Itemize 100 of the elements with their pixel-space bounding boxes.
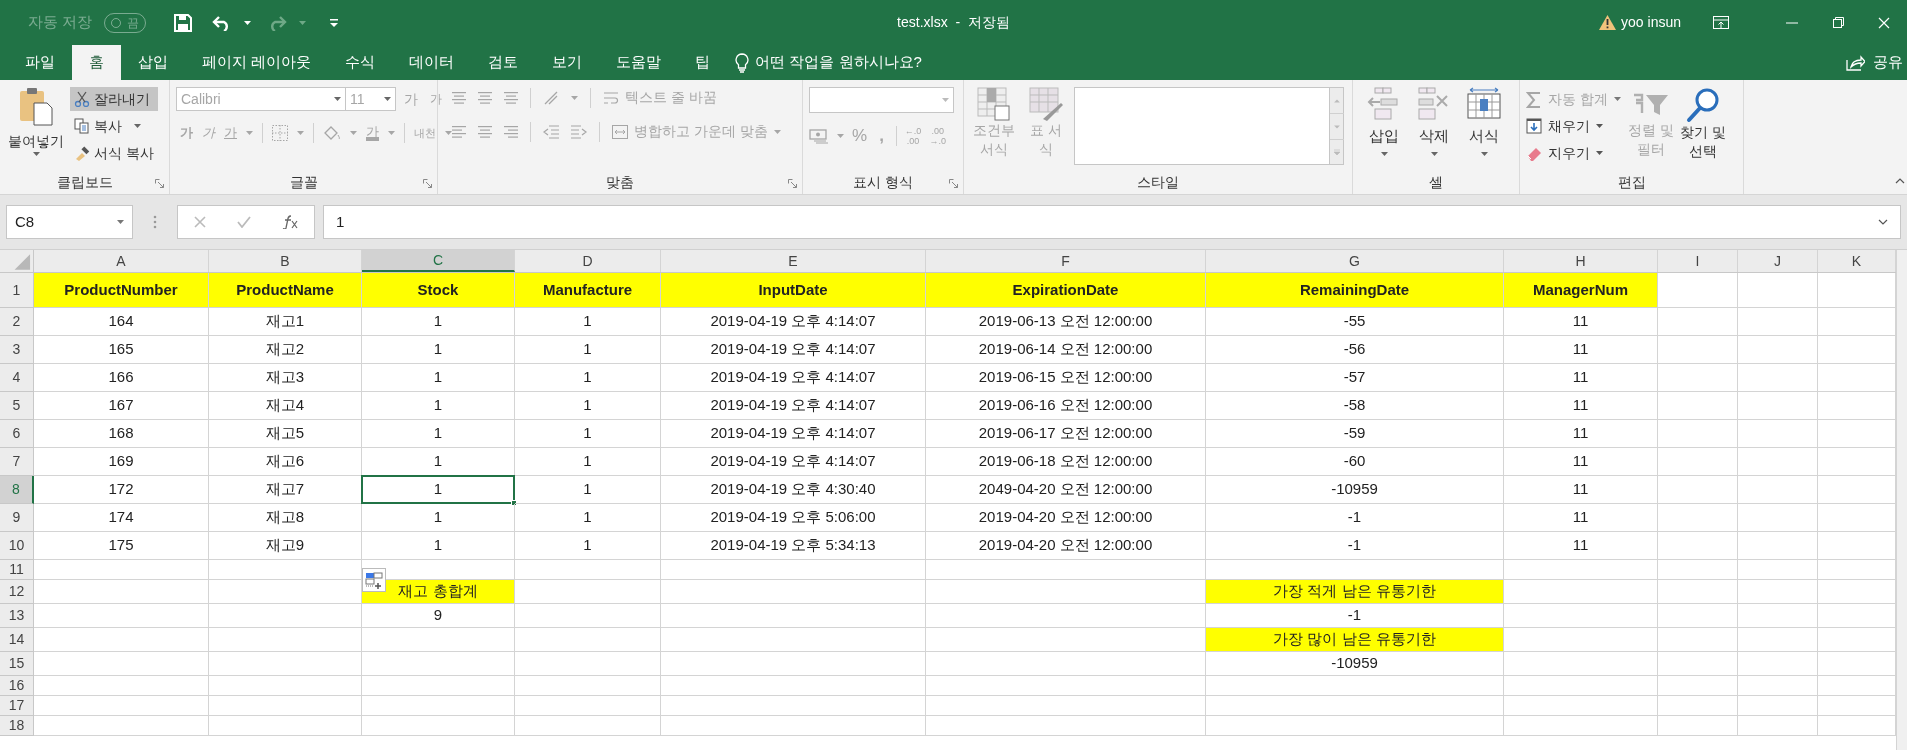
ribbon-tab[interactable]: 데이터 [392,45,472,80]
table-cell[interactable] [661,560,926,580]
table-cell[interactable] [209,652,362,676]
table-cell[interactable]: 재고 총합계 [362,580,515,604]
table-cell[interactable] [515,580,661,604]
table-cell[interactable]: 165 [34,336,209,364]
table-cell[interactable]: 재고4 [209,392,362,420]
table-cell[interactable]: 1 [362,532,515,560]
table-cell[interactable] [1738,476,1818,504]
ribbon-tab[interactable]: 삽입 [121,45,185,80]
table-cell[interactable]: -57 [1206,364,1504,392]
table-cell[interactable] [1738,628,1818,652]
cancel-icon[interactable] [193,216,206,228]
table-cell[interactable]: 11 [1504,476,1658,504]
save-icon[interactable] [174,13,193,32]
table-cell[interactable]: 11 [1504,504,1658,532]
column-header[interactable]: D [515,250,661,272]
table-cell[interactable] [926,652,1206,676]
table-cell[interactable]: 2019-06-14 오전 12:00:00 [926,336,1206,364]
table-cell[interactable]: 1 [362,308,515,336]
table-cell[interactable]: 2019-04-19 오후 5:06:00 [661,504,926,532]
table-cell[interactable] [1504,676,1658,696]
table-cell[interactable]: 재고6 [209,448,362,476]
table-cell[interactable] [34,580,209,604]
table-cell[interactable]: 2019-04-19 오후 4:14:07 [661,392,926,420]
table-cell[interactable] [1206,716,1504,736]
table-cell[interactable] [1658,476,1738,504]
row-header[interactable]: 8 [0,476,34,504]
table-cell[interactable] [1738,364,1818,392]
table-cell[interactable] [1658,676,1738,696]
enter-icon[interactable] [237,216,251,228]
table-cell[interactable]: 가장 많이 남은 유통기한 [1206,628,1504,652]
table-cell[interactable] [515,604,661,628]
table-cell[interactable] [1658,392,1738,420]
table-cell[interactable] [661,676,926,696]
row-header[interactable]: 5 [0,392,34,420]
table-cell[interactable]: -1 [1206,504,1504,532]
table-cell[interactable] [362,652,515,676]
table-cell[interactable] [1658,628,1738,652]
table-cell[interactable]: 1 [515,476,661,504]
table-cell[interactable]: 2019-04-19 오후 4:14:07 [661,420,926,448]
table-cell[interactable]: 9 [362,604,515,628]
table-cell[interactable] [34,696,209,716]
table-cell[interactable]: 2019-06-15 오전 12:00:00 [926,364,1206,392]
ribbon-tab[interactable]: 페이지 레이아웃 [185,45,329,80]
table-cell[interactable]: ManagerNum [1504,273,1658,308]
format-button[interactable]: 서식 [1459,87,1509,170]
table-cell[interactable] [1738,420,1818,448]
table-cell[interactable] [661,580,926,604]
table-cell[interactable] [1658,580,1738,604]
table-cell[interactable]: 1 [515,448,661,476]
table-cell[interactable] [515,696,661,716]
table-cell[interactable]: 2019-04-19 오후 4:14:07 [661,364,926,392]
row-header[interactable]: 15 [0,652,34,676]
table-cell[interactable]: 2019-04-19 오후 4:14:07 [661,448,926,476]
table-cell[interactable] [34,604,209,628]
column-header[interactable]: J [1738,250,1818,272]
table-cell[interactable]: 11 [1504,420,1658,448]
table-cell[interactable] [1206,676,1504,696]
table-cell[interactable] [209,696,362,716]
table-cell[interactable]: 1 [515,308,661,336]
ribbon-tab[interactable]: 검토 [471,45,536,80]
table-cell[interactable]: -60 [1206,448,1504,476]
table-cell[interactable] [661,716,926,736]
share-button[interactable]: 공유 [1846,45,1907,80]
clear-button[interactable]: 지우기 [1526,141,1621,165]
table-cell[interactable]: 재고2 [209,336,362,364]
ribbon-tab[interactable]: 파일 [8,45,72,80]
column-header[interactable]: H [1504,250,1658,272]
tell-me-search[interactable]: 어떤 작업을 원하시나요? [735,45,922,80]
table-cell[interactable]: 재고1 [209,308,362,336]
table-cell[interactable] [1658,696,1738,716]
table-cell[interactable] [661,652,926,676]
paste-options-menu[interactable] [362,568,386,592]
row-header[interactable]: 10 [0,532,34,560]
column-header[interactable]: G [1206,250,1504,272]
ribbon-tab[interactable]: 홈 [72,45,121,80]
ribbon-tab[interactable]: 도움말 [599,45,679,80]
table-cell[interactable] [1504,580,1658,604]
table-cell[interactable] [1658,652,1738,676]
table-cell[interactable]: 1 [362,504,515,532]
table-cell[interactable] [926,560,1206,580]
row-header[interactable]: 6 [0,420,34,448]
row-header[interactable]: 4 [0,364,34,392]
table-cell[interactable] [1658,336,1738,364]
table-cell[interactable]: 11 [1504,448,1658,476]
ribbon-tab[interactable]: 팁 [678,45,728,80]
table-cell[interactable] [1504,560,1658,580]
clipboard-button[interactable]: 복사 [70,114,158,138]
column-header[interactable]: C [362,250,515,272]
table-cell[interactable]: 재고3 [209,364,362,392]
table-cell[interactable] [661,628,926,652]
table-cell[interactable]: 재고5 [209,420,362,448]
table-cell[interactable] [1738,392,1818,420]
table-cell[interactable]: 1 [515,364,661,392]
function-icon[interactable] [282,215,299,229]
table-cell[interactable]: 재고7 [209,476,362,504]
row-header[interactable]: 13 [0,604,34,628]
table-cell[interactable]: 1 [515,336,661,364]
table-cell[interactable] [1738,580,1818,604]
